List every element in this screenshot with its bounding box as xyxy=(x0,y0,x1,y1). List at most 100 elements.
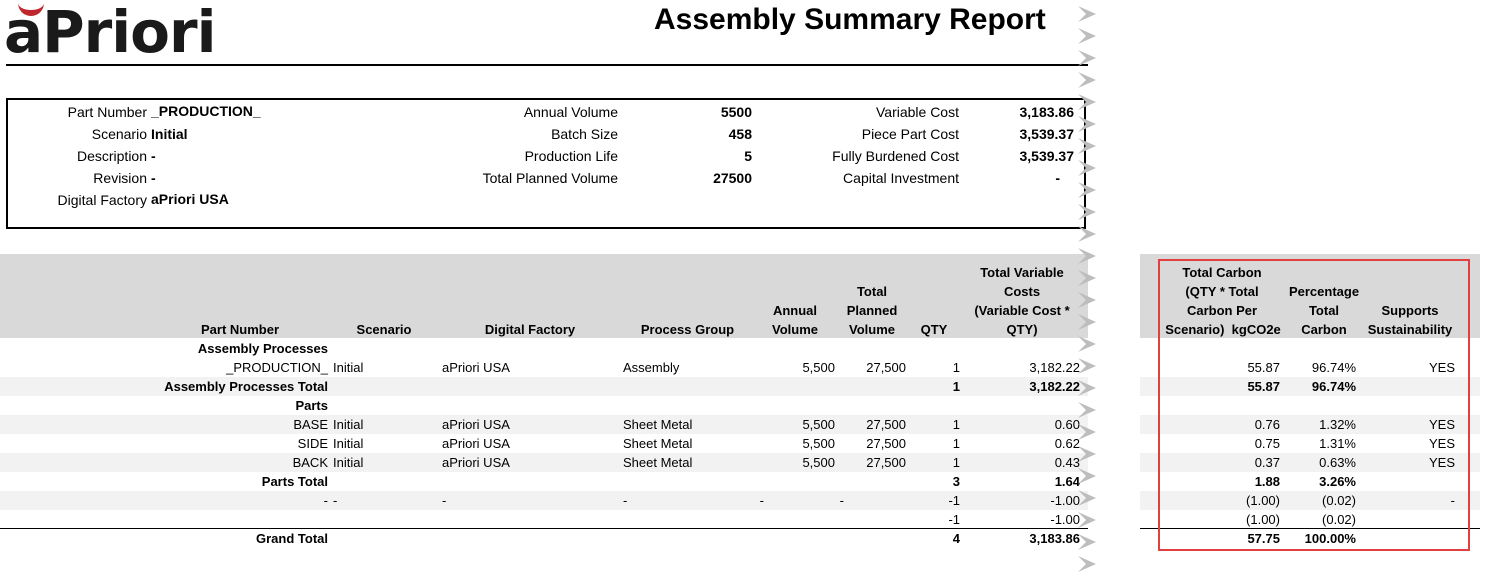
cell-cost: 0.62 xyxy=(1054,436,1080,451)
cell-process: Sheet Metal xyxy=(623,455,693,470)
cell-scenario: Initial xyxy=(333,436,364,451)
cell-process: Assembly xyxy=(623,360,680,375)
label-capital-investment: Capital Investment xyxy=(843,170,959,186)
header-qty: QTY xyxy=(920,322,948,337)
cell-factory: aPriori USA xyxy=(442,417,510,432)
header-total-variable-3: (Variable Cost * xyxy=(974,303,1070,318)
cell-part: Assembly Processes Total xyxy=(164,379,328,394)
cell-cost: 3,182.22 xyxy=(1029,379,1080,394)
cell-scenario: Initial xyxy=(333,455,364,470)
cell-part: Parts xyxy=(295,398,328,413)
cell-cost: -1.00 xyxy=(1050,493,1080,508)
cell-annual: - xyxy=(759,493,764,508)
tear-notch xyxy=(1078,424,1096,440)
cell-part: _PRODUCTION_ xyxy=(226,360,328,375)
header-total-planned-2: Planned xyxy=(846,303,898,318)
cell-part: BACK xyxy=(292,455,328,470)
value-scenario: Initial xyxy=(151,126,188,142)
tear-notch xyxy=(1078,490,1096,506)
header-total-variable-4: QTY) xyxy=(1006,322,1038,337)
cell-planned: 27,500 xyxy=(866,417,906,432)
header-total-variable-1: Total Variable xyxy=(980,265,1064,280)
value-revision: - xyxy=(151,170,156,186)
value-description: - xyxy=(151,148,156,164)
cell-part: SIDE xyxy=(297,436,328,451)
header-divider xyxy=(6,64,1088,66)
cell-factory: aPriori USA xyxy=(442,360,510,375)
tear-notch xyxy=(1078,248,1096,264)
cell-factory: aPriori USA xyxy=(442,436,510,451)
tear-notch xyxy=(1078,28,1096,44)
label-total-planned-volume: Total Planned Volume xyxy=(482,170,618,186)
apriori-logo: aPriori xyxy=(4,0,216,66)
value-total-planned-volume: 27500 xyxy=(713,170,752,186)
header-digital-factory: Digital Factory xyxy=(484,322,576,337)
tear-notch xyxy=(1078,534,1096,550)
value-capital-investment: - xyxy=(1055,170,1060,186)
cell-annual: 5,500 xyxy=(802,417,835,432)
cell-process: Sheet Metal xyxy=(623,436,693,451)
cell-qty: 1 xyxy=(952,360,960,375)
cell-qty: -1 xyxy=(948,512,960,527)
tear-notch xyxy=(1078,358,1096,374)
label-digital-factory: Digital Factory xyxy=(57,192,147,208)
cell-part: BASE xyxy=(293,417,328,432)
grand-total-rule xyxy=(0,528,1088,529)
cell-process: - xyxy=(623,493,628,508)
cell-cost: 1.64 xyxy=(1054,474,1080,489)
value-production-life: 5 xyxy=(744,148,752,164)
cell-scenario: Initial xyxy=(333,417,364,432)
label-piece-part-cost: Piece Part Cost xyxy=(861,126,959,142)
carbon-highlight-box xyxy=(1158,259,1470,551)
tear-notch xyxy=(1078,160,1096,176)
cell-part: Assembly Processes xyxy=(197,341,328,356)
cell-cost: 3,183.86 xyxy=(1029,531,1080,546)
cell-scenario: Initial xyxy=(333,360,364,375)
cell-planned: 27,500 xyxy=(866,436,906,451)
tear-notch xyxy=(1078,314,1096,330)
header-process-group: Process Group xyxy=(640,322,735,337)
value-batch-size: 458 xyxy=(728,126,752,142)
header-total-variable-2: Costs xyxy=(1003,284,1041,299)
cell-qty: 1 xyxy=(952,417,960,432)
header-scenario: Scenario xyxy=(356,322,412,337)
label-revision: Revision xyxy=(93,170,147,186)
cell-qty: 4 xyxy=(952,531,960,546)
cell-part: - xyxy=(323,493,328,508)
tear-notch xyxy=(1078,50,1096,66)
cell-annual: 5,500 xyxy=(802,360,835,375)
value-fully-burdened-cost: 3,539.37 xyxy=(1019,148,1075,164)
cell-annual: 5,500 xyxy=(802,436,835,451)
cell-qty: 1 xyxy=(952,379,960,394)
tear-notch xyxy=(1078,292,1096,308)
page-tear-edge xyxy=(1078,6,1096,572)
value-piece-part-cost: 3,539.37 xyxy=(1019,126,1075,142)
cell-part: Grand Total xyxy=(256,531,328,546)
tear-notch xyxy=(1078,336,1096,352)
cell-qty: 1 xyxy=(952,436,960,451)
label-fully-burdened-cost: Fully Burdened Cost xyxy=(832,148,959,164)
cell-factory: aPriori USA xyxy=(442,455,510,470)
header-total-planned-1: Total xyxy=(856,284,888,299)
cell-part: Parts Total xyxy=(261,474,328,489)
cell-factory: - xyxy=(442,493,447,508)
header-annual-volume-1: Annual xyxy=(772,303,818,318)
tear-notch xyxy=(1078,226,1096,242)
tear-notch xyxy=(1078,270,1096,286)
cell-process: Sheet Metal xyxy=(623,417,693,432)
label-description: Description xyxy=(76,148,147,164)
cell-cost: 0.43 xyxy=(1054,455,1080,470)
tear-notch xyxy=(1078,380,1096,396)
cell-qty: 1 xyxy=(952,455,960,470)
value-annual-volume: 5500 xyxy=(720,104,752,120)
label-production-life: Production Life xyxy=(524,148,618,164)
cell-annual: 5,500 xyxy=(802,455,835,470)
label-scenario: Scenario xyxy=(91,126,147,142)
tear-notch xyxy=(1078,468,1096,484)
cell-cost: 3,182.22 xyxy=(1029,360,1080,375)
label-annual-volume: Annual Volume xyxy=(523,104,618,120)
cell-planned: 27,500 xyxy=(866,360,906,375)
header-total-planned-3: Volume xyxy=(849,322,895,337)
tear-notch xyxy=(1078,72,1096,88)
tear-notch xyxy=(1078,182,1096,198)
